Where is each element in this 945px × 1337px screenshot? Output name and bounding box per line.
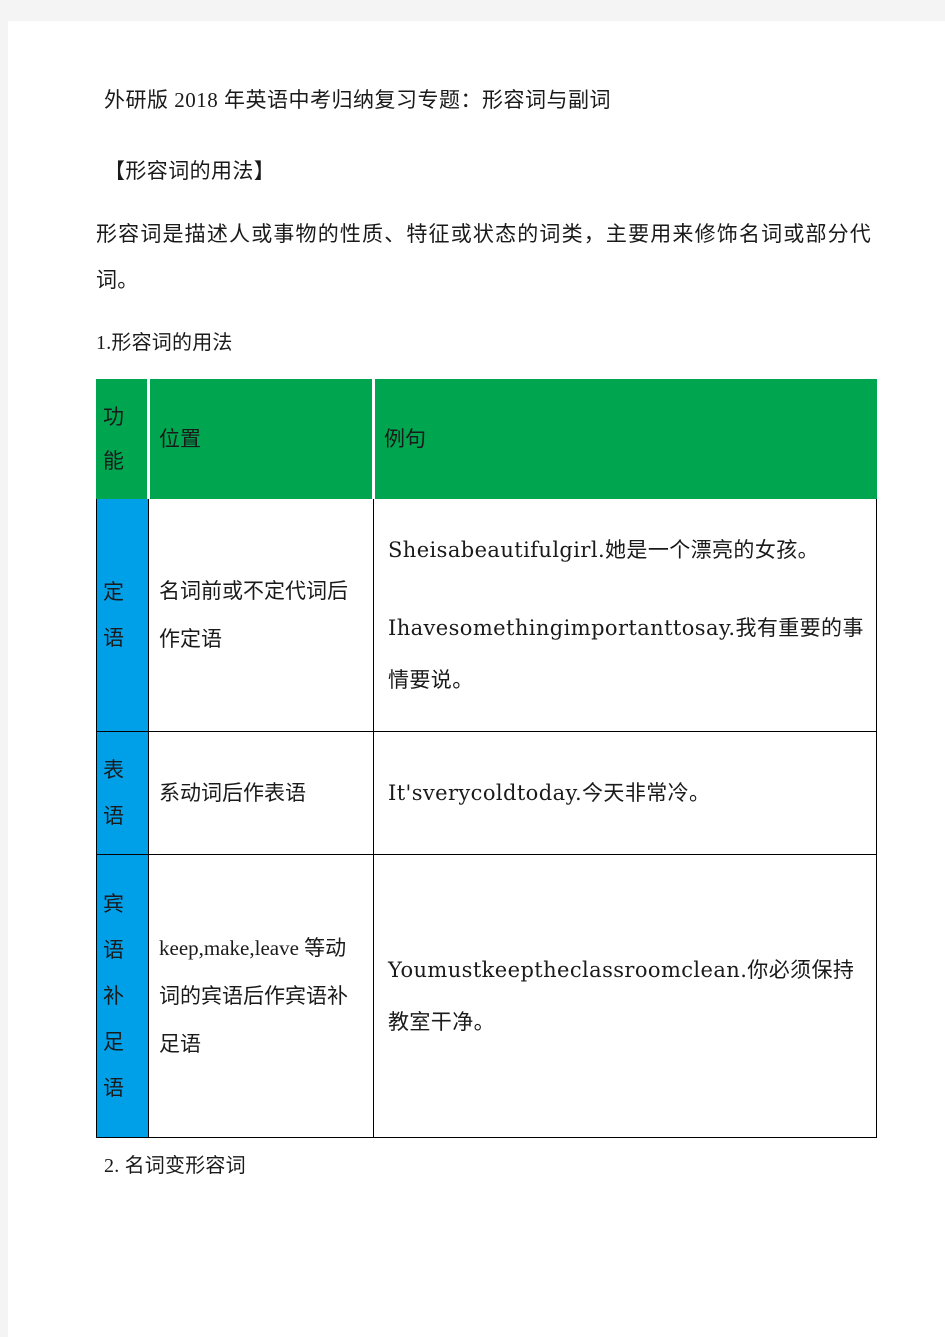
row-position-label: keep,make,leave 等动词的宾语后作宾语补足语 — [159, 935, 348, 1056]
example-sentence: Youmustkeeptheclassroomclean.你必须保持教室干净。 — [388, 957, 855, 1034]
document-body: 外研版 2018 年英语中考归纳复习专题：形容词与副词 【形容词的用法】 形容词… — [96, 86, 886, 1180]
row-example-cell: It'sverycoldtoday.今天非常冷。 — [373, 730, 877, 855]
grammar-table-wrapper: 功能 位置 例句 定语 名词前或不定代词后作定语 Sheisabeautiful… — [96, 378, 877, 1138]
row-position-label: 名词前或不定代词后作定语 — [159, 578, 348, 651]
list-item-1: 1.形容词的用法 — [96, 331, 233, 354]
table-header-function: 功能 — [96, 378, 150, 499]
table-header-example-label: 例句 — [384, 426, 426, 451]
row-example-cell: Sheisabeautifulgirl.她是一个漂亮的女孩。 Ihavesome… — [373, 497, 877, 732]
row-example-content: Sheisabeautifulgirl.她是一个漂亮的女孩。 Ihavesome… — [374, 520, 876, 710]
row-position-label: 系动词后作表语 — [159, 780, 306, 805]
list-item-2: 2. 名词变形容词 — [104, 1154, 246, 1177]
row-function-cell: 表语 — [96, 730, 149, 855]
table-header-row: 功能 位置 例句 — [96, 378, 877, 499]
table-header-example: 例句 — [373, 378, 877, 499]
row-position-cell: keep,make,leave 等动词的宾语后作宾语补足语 — [148, 853, 374, 1138]
grammar-table: 功能 位置 例句 定语 名词前或不定代词后作定语 Sheisabeautiful… — [96, 378, 877, 1138]
table-header-position-label: 位置 — [159, 426, 201, 451]
table-row: 表语 系动词后作表语 It'sverycoldtoday.今天非常冷。 — [96, 730, 877, 855]
table-header-function-label: 功能 — [103, 404, 124, 473]
intro-paragraph: 形容词是描述人或事物的性质、特征或状态的词类，主要用来修饰名词或部分代词。 — [96, 221, 871, 292]
row-example-cell: Youmustkeeptheclassroomclean.你必须保持教室干净。 — [373, 853, 877, 1138]
row-function-label: 宾语补足语 — [103, 891, 124, 1100]
row-function-cell: 定语 — [96, 497, 149, 732]
example-sentence: Ihavesomethingimportanttosay.我有重要的事情要说。 — [388, 615, 864, 692]
row-function-cell: 宾语补足语 — [96, 853, 149, 1138]
page-title: 外研版 2018 年英语中考归纳复习专题：形容词与副词 — [104, 88, 611, 112]
document-page: 外研版 2018 年英语中考归纳复习专题：形容词与副词 【形容词的用法】 形容词… — [8, 21, 945, 1337]
table-row: 定语 名词前或不定代词后作定语 Sheisabeautifulgirl.她是一个… — [96, 497, 877, 732]
section-heading: 【形容词的用法】 — [104, 159, 276, 184]
row-function-label: 表语 — [103, 757, 124, 828]
example-sentence: It'sverycoldtoday.今天非常冷。 — [388, 780, 711, 805]
row-example-content: Youmustkeeptheclassroomclean.你必须保持教室干净。 — [374, 940, 876, 1052]
row-function-label: 定语 — [103, 579, 124, 650]
example-sentence: Sheisabeautifulgirl.她是一个漂亮的女孩。 — [388, 537, 820, 562]
row-example-content: It'sverycoldtoday.今天非常冷。 — [374, 763, 876, 823]
table-row: 宾语补足语 keep,make,leave 等动词的宾语后作宾语补足语 Youm… — [96, 853, 877, 1138]
row-position-cell: 系动词后作表语 — [148, 730, 374, 855]
row-position-cell: 名词前或不定代词后作定语 — [148, 497, 374, 732]
table-header-position: 位置 — [148, 378, 375, 499]
